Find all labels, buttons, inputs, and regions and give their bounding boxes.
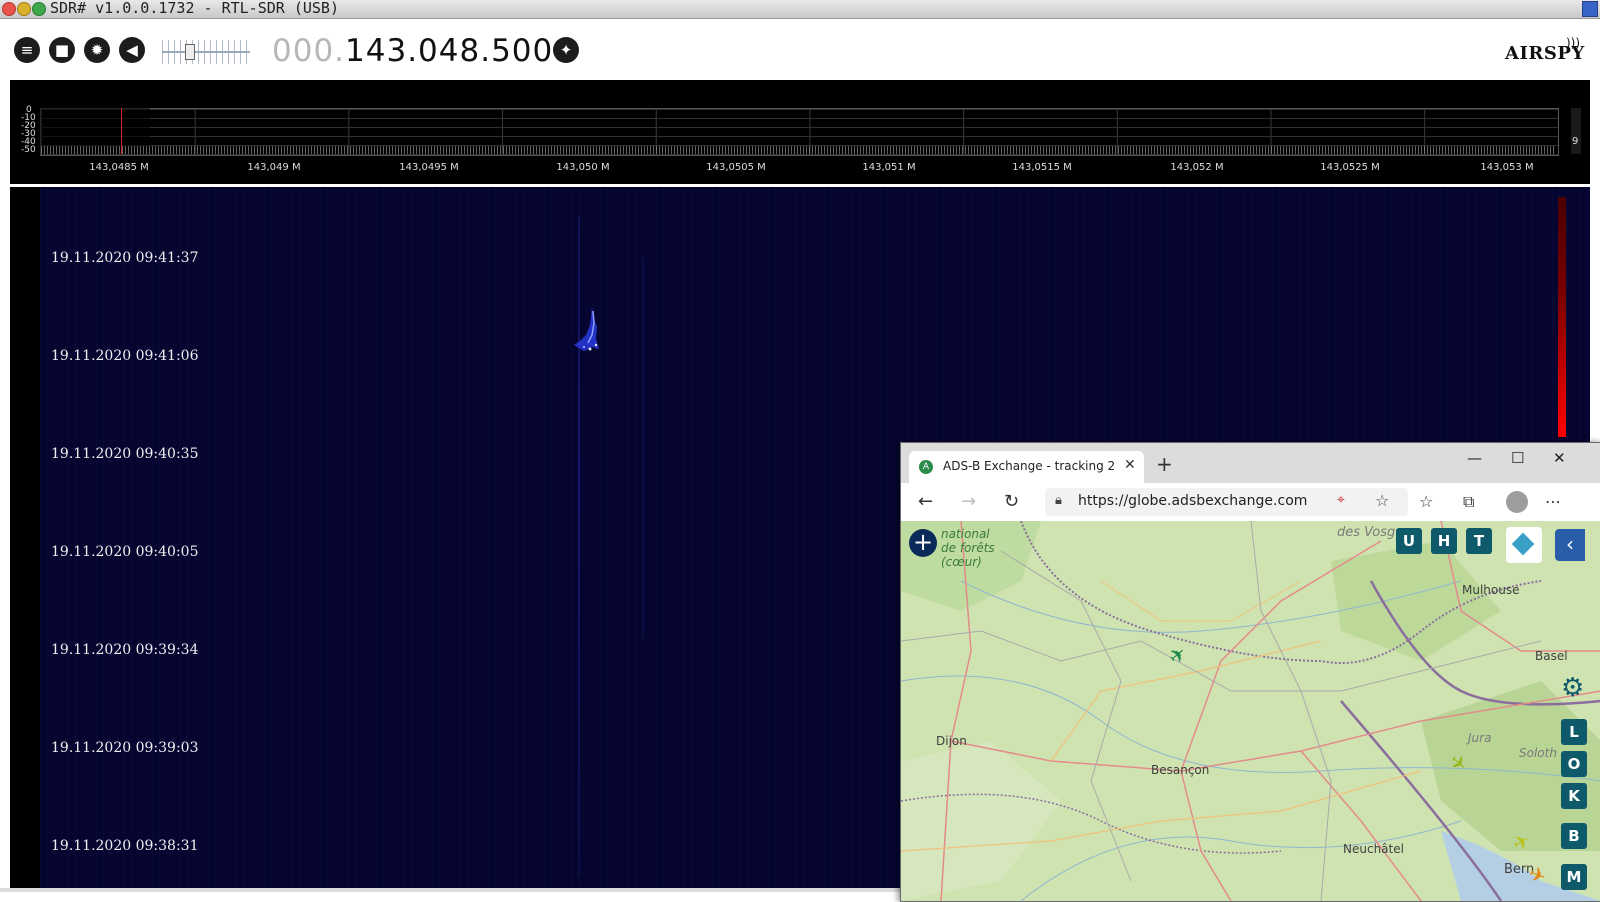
gear-icon[interactable]: ✹ [84, 37, 110, 63]
reload-icon[interactable]: ↻ [1004, 491, 1019, 512]
flag-icon [1582, 1, 1598, 17]
x-tick: 143,0495 M [399, 162, 459, 173]
window-title: SDR# v1.0.0.1732 - RTL-SDR (USB) [50, 0, 339, 17]
favorite-star-icon[interactable]: ☆ [1375, 491, 1389, 510]
x-tick: 143,052 M [1170, 162, 1224, 173]
pin-icon[interactable]: ✦ [553, 37, 579, 63]
units-button[interactable]: U [1396, 528, 1422, 554]
map-label-forest: national de forêts (cœur) [941, 527, 995, 569]
slider-thumb[interactable] [185, 44, 195, 60]
url-field[interactable]: 🔒︎ https://globe.adsbexchange.com ⌖ ☆ [1045, 488, 1408, 516]
y-tick: -50 [21, 145, 36, 155]
x-tick: 143,0485 M [89, 162, 149, 173]
waterfall-level-bar [1558, 197, 1566, 437]
window-title-bar: SDR# v1.0.0.1732 - RTL-SDR (USB) [0, 0, 1600, 19]
waterfall-timestamp: 19.11.2020 09:38:31 [51, 838, 199, 854]
close-button[interactable]: ✕ [1553, 449, 1566, 467]
map-label-jura: Jura [1468, 731, 1492, 745]
adsb-favicon-icon: A [919, 460, 933, 474]
signal-burst [574, 307, 599, 351]
maximize-button[interactable]: ☐ [1511, 449, 1524, 467]
frequency-value[interactable]: 143.048.500 [345, 33, 553, 69]
waterfall-timestamp: 19.11.2020 09:41:37 [51, 250, 199, 266]
zoom-in-button[interactable]: + [909, 529, 937, 557]
tab-close-icon[interactable]: ✕ [1124, 457, 1136, 473]
forward-arrow-icon[interactable]: → [961, 491, 976, 512]
collapse-sidebar-button[interactable]: ‹ [1555, 529, 1585, 561]
stop-icon[interactable]: ■ [49, 37, 75, 63]
x-tick: 143,049 M [247, 162, 301, 173]
x-tick: 143,051 M [862, 162, 916, 173]
spectrum-trace [41, 146, 1556, 154]
signal-wave-icon: ))) [1566, 36, 1581, 50]
speaker-icon[interactable]: ◀ [119, 37, 145, 63]
volume-slider[interactable] [158, 35, 254, 69]
map-label-neuchatel: Neuchâtel [1343, 842, 1404, 856]
waterfall-timestamp: 19.11.2020 09:39:03 [51, 740, 199, 756]
waterfall-timestamp: 19.11.2020 09:39:34 [51, 642, 199, 658]
frequency-prefix: 000. [272, 33, 346, 69]
sdr-toolbar: ≡ ■ ✹ ◀ 000.143.048.500 ✦ AIRSPY ))) [0, 19, 1600, 79]
x-tick: 143,050 M [556, 162, 610, 173]
location-blocked-icon[interactable]: ⌖ [1337, 492, 1345, 508]
map-label-mulhouse: Mulhouse [1462, 583, 1520, 597]
browser-tab-bar: A ADS-B Exchange - tracking 2971 ✕ + — ☐… [901, 443, 1600, 483]
layers-icon [1511, 532, 1535, 556]
x-tick: 143,0525 M [1320, 162, 1380, 173]
map-label-soloth: Soloth [1519, 746, 1557, 760]
layers-button[interactable] [1506, 527, 1542, 563]
spectrum-side-value: 9 [1572, 136, 1579, 147]
m-button[interactable]: M [1561, 864, 1587, 890]
back-arrow-icon[interactable]: ← [918, 491, 933, 512]
x-tick: 143,0505 M [706, 162, 766, 173]
status-strip [0, 888, 900, 892]
k-button[interactable]: K [1561, 783, 1587, 809]
more-options-icon[interactable]: ⋯ [1545, 492, 1561, 511]
collections-icon[interactable]: ⧉ [1463, 492, 1474, 512]
spectrum-side-indicator[interactable] [1571, 108, 1581, 154]
address-bar: ← → ↻ 🔒︎ https://globe.adsbexchange.com … [901, 483, 1600, 522]
map-label-basel: Basel [1535, 649, 1568, 663]
new-tab-button[interactable]: + [1156, 454, 1173, 474]
browser-tab[interactable]: A ADS-B Exchange - tracking 2971 ✕ [909, 451, 1144, 483]
x-tick: 143,053 M [1480, 162, 1534, 173]
waterfall-timestamp: 19.11.2020 09:40:05 [51, 544, 199, 560]
o-button[interactable]: O [1561, 751, 1587, 777]
minimize-button[interactable]: — [1467, 449, 1482, 467]
browser-window[interactable]: A ADS-B Exchange - tracking 2971 ✕ + — ☐… [900, 442, 1600, 902]
labels-button[interactable]: L [1561, 719, 1587, 745]
spectrum-panel[interactable]: 0 -10 -20 -30 -40 -50 143,0485 M 143,049… [10, 80, 1590, 184]
tab-title: ADS-B Exchange - tracking 2971 [943, 459, 1115, 473]
favorites-icon[interactable]: ☆ [1419, 492, 1433, 511]
frequency-display[interactable]: 000.143.048.500 [272, 33, 553, 69]
minimize-window-dot[interactable] [17, 2, 31, 16]
map-label-besancon: Besançon [1151, 763, 1210, 777]
b-button[interactable]: B [1561, 823, 1587, 849]
url-text[interactable]: https://globe.adsbexchange.com [1078, 493, 1307, 509]
zoom-window-dot[interactable] [32, 2, 46, 16]
adsb-map[interactable]: national de forêts (cœur) des Vosg Mulho… [901, 521, 1600, 901]
x-tick: 143,0515 M [1012, 162, 1072, 173]
trails-button[interactable]: T [1466, 528, 1492, 554]
hide-button[interactable]: H [1431, 528, 1457, 554]
profile-avatar[interactable] [1506, 491, 1528, 513]
waterfall-timestamp: 19.11.2020 09:41:06 [51, 348, 199, 364]
close-window-dot[interactable] [2, 2, 16, 16]
slider-rail [162, 51, 250, 53]
lock-icon[interactable]: 🔒︎ [1055, 493, 1062, 508]
map-terrain [901, 521, 1600, 901]
map-label-dijon: Dijon [936, 734, 967, 748]
hamburger-menu-icon[interactable]: ≡ [14, 37, 40, 63]
waterfall-timestamp: 19.11.2020 09:40:35 [51, 446, 199, 462]
waterfall-left-strip [10, 187, 40, 890]
signal-trace-faint [642, 257, 644, 637]
map-label-vosges: des Vosg [1337, 525, 1396, 540]
settings-gear-icon[interactable]: ⚙ [1561, 675, 1587, 701]
